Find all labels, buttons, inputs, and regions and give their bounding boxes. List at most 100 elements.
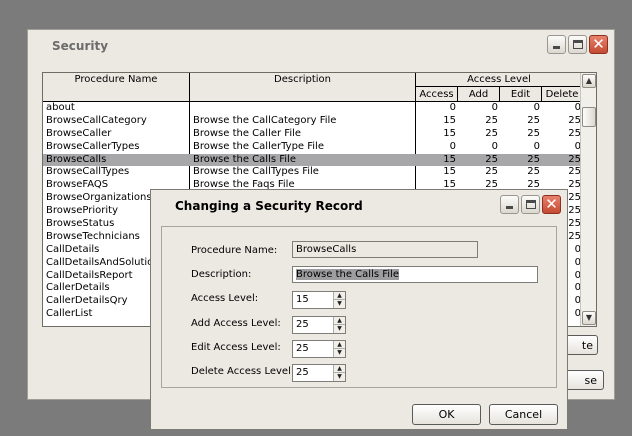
- procedure-name-field[interactable]: BrowseCalls: [292, 241, 478, 258]
- spin-up-icon[interactable]: ▲: [334, 317, 345, 325]
- scroll-up-button[interactable]: ▲: [582, 74, 596, 88]
- edit-cell: 25: [527, 114, 540, 126]
- security-title: Security: [52, 39, 109, 53]
- description-value: Browse the Calls File: [296, 269, 399, 280]
- close-icon: ✕: [545, 195, 558, 213]
- procedure-name-label: Procedure Name:: [191, 245, 278, 256]
- column-header-access[interactable]: Access: [416, 87, 458, 102]
- delete-access-level-label: Delete Access Level:: [191, 366, 295, 377]
- delete-access-level-stepper[interactable]: 25 ▲ ▼: [292, 364, 346, 382]
- access-cell: 0: [449, 102, 456, 113]
- minimize-button[interactable]: [547, 35, 566, 54]
- column-header-description[interactable]: Description: [190, 73, 416, 102]
- edit-access-level-stepper[interactable]: 25 ▲ ▼: [292, 340, 346, 358]
- security-titlebar[interactable]: Security ✕: [28, 30, 614, 60]
- add-access-level-stepper[interactable]: 25 ▲ ▼: [292, 316, 346, 334]
- table-row[interactable]: BrowseCallCategory Browse the CallCategor…: [43, 115, 583, 128]
- column-header-edit[interactable]: Edit: [500, 87, 542, 102]
- spin-up-icon[interactable]: ▲: [334, 365, 345, 373]
- dialog-titlebar[interactable]: Changing a Security Record ✕: [151, 190, 567, 220]
- description-cell: Browse the CallerType File: [193, 140, 324, 152]
- add-cell: 0: [491, 140, 498, 152]
- table-row[interactable]: BrowseCaller Browse the Caller File 15 25 25…: [43, 128, 583, 141]
- access-cell: 15: [443, 127, 456, 139]
- add-cell: 25: [485, 114, 498, 126]
- spin-down-icon[interactable]: ▼: [334, 349, 345, 357]
- column-group-access-level: Access Level: [416, 73, 583, 87]
- access-level-stepper[interactable]: 15 ▲ ▼: [292, 291, 346, 309]
- dialog-maximize-button[interactable]: [521, 195, 540, 214]
- dialog-minimize-button[interactable]: [500, 195, 519, 214]
- add-access-level-value: 25: [296, 319, 309, 330]
- procedure-cell: about: [46, 102, 75, 113]
- add-cell: 0: [491, 102, 498, 113]
- add-cell: 25: [485, 153, 498, 165]
- procedure-cell: BrowseCallerTypes: [46, 140, 140, 152]
- description-cell: Browse the Calls File: [193, 153, 296, 165]
- description-label: Description:: [191, 269, 252, 280]
- table-row[interactable]: BrowseCallTypes Browse the CallTypes File…: [43, 166, 583, 179]
- del-cell: 25: [568, 114, 581, 126]
- dialog-close-button[interactable]: ✕: [542, 195, 561, 214]
- table-row[interactable]: BrowseCalls Browse the Calls File 15 25 25 25: [43, 153, 583, 167]
- del-cell: 25: [568, 153, 581, 165]
- minimize-icon: [506, 206, 513, 209]
- column-header-label: Delete: [545, 88, 579, 100]
- edit-cell: 25: [527, 127, 540, 139]
- procedure-cell: BrowseCallTypes: [46, 166, 130, 178]
- minimize-icon: [553, 46, 560, 49]
- access-cell: 15: [443, 114, 456, 126]
- edit-access-level-label: Edit Access Level:: [191, 342, 281, 353]
- procedure-cell: BrowseCalls: [46, 153, 107, 165]
- description-cell: Browse the Caller File: [193, 127, 302, 139]
- ok-button[interactable]: OK: [412, 404, 481, 425]
- column-header-label: Description: [274, 74, 331, 85]
- close-icon: ✕: [592, 35, 605, 53]
- cancel-button[interactable]: Cancel: [489, 404, 558, 425]
- spin-down-icon[interactable]: ▼: [334, 300, 345, 308]
- dialog-title: Changing a Security Record: [175, 199, 363, 213]
- spin-down-icon[interactable]: ▼: [334, 373, 345, 381]
- add-cell: 25: [485, 166, 498, 178]
- column-header-label: Access: [419, 88, 454, 100]
- access-cell: 0: [449, 140, 456, 152]
- add-access-level-label: Add Access Level:: [191, 318, 281, 329]
- access-cell: 15: [443, 153, 456, 165]
- column-header-delete[interactable]: Delete: [542, 87, 583, 102]
- spin-up-icon[interactable]: ▲: [334, 292, 345, 300]
- button-label: te: [581, 338, 593, 352]
- del-cell: 0: [574, 102, 581, 113]
- maximize-icon: [573, 40, 583, 49]
- table-row[interactable]: about 0 0 0 0: [43, 102, 583, 115]
- del-cell: 25: [568, 127, 581, 139]
- description-cell: Browse the CallTypes File: [193, 166, 319, 178]
- column-group-label: Access Level: [467, 74, 531, 85]
- column-header-add[interactable]: Add: [458, 87, 500, 102]
- access-cell: 15: [443, 166, 456, 178]
- close-button[interactable]: ✕: [589, 35, 608, 54]
- del-cell: 25: [568, 166, 581, 178]
- edit-access-level-value: 25: [296, 343, 309, 354]
- table-row[interactable]: BrowseCallerTypes Browse the CallerType F…: [43, 141, 583, 154]
- scroll-thumb[interactable]: [582, 107, 596, 127]
- button-label: se: [584, 373, 598, 387]
- edit-cell: 0: [533, 140, 540, 152]
- change-record-dialog: Changing a Security Record ✕ Procedure N…: [150, 189, 568, 430]
- access-level-value: 15: [296, 294, 309, 305]
- edit-cell: 25: [527, 166, 540, 178]
- scroll-down-button[interactable]: ▼: [582, 311, 596, 325]
- edit-cell: 25: [527, 153, 540, 165]
- del-cell: 0: [574, 140, 581, 152]
- column-header-label: Procedure Name: [74, 74, 158, 85]
- spin-down-icon[interactable]: ▼: [334, 325, 345, 333]
- column-header-label: Edit: [510, 88, 531, 100]
- maximize-button[interactable]: [568, 35, 587, 54]
- delete-access-level-value: 25: [296, 367, 309, 378]
- vertical-scrollbar[interactable]: ▲ ▼: [580, 73, 596, 326]
- edit-cell: 0: [533, 102, 540, 113]
- column-header-procedure[interactable]: Procedure Name: [43, 73, 190, 102]
- column-header-label: Add: [468, 88, 489, 100]
- description-field[interactable]: Browse the Calls File: [292, 266, 538, 283]
- procedure-cell: BrowseCaller: [46, 127, 112, 139]
- spin-up-icon[interactable]: ▲: [334, 341, 345, 349]
